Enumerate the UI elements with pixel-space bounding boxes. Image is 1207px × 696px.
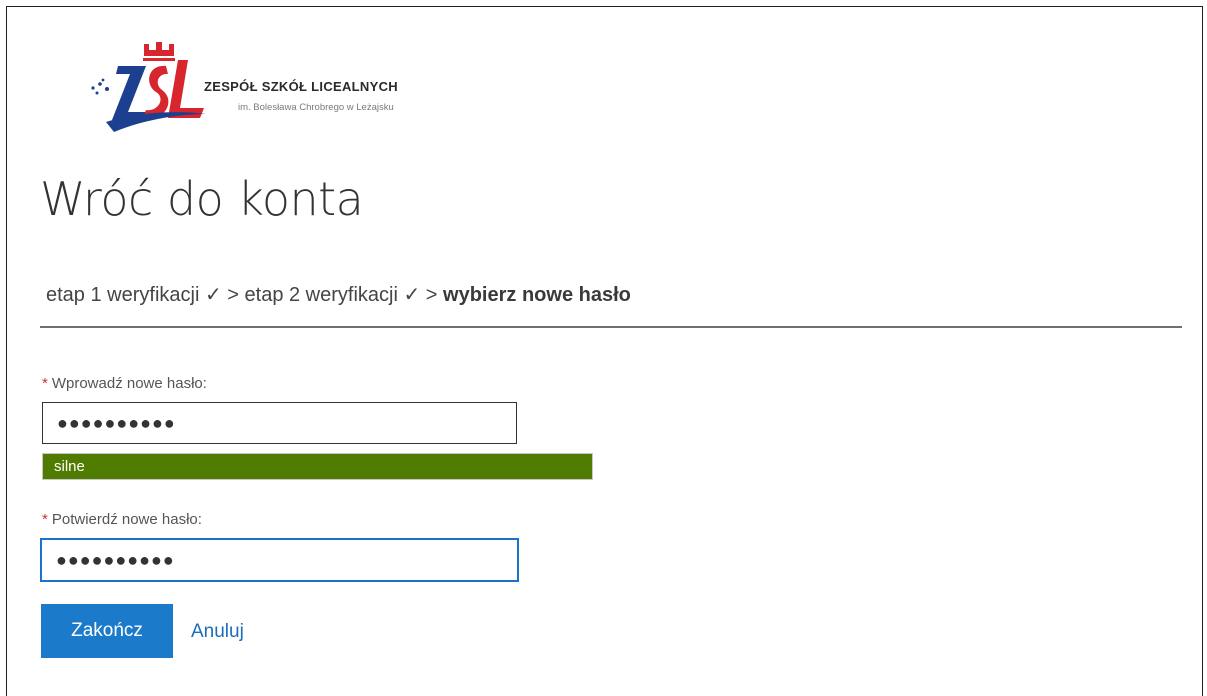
step-2: etap 2 weryfikacji ✓ <box>244 284 421 306</box>
password-strength-label: silne <box>54 458 85 475</box>
step-separator: > <box>221 284 245 306</box>
new-password-input[interactable]: ●●●●●●●●●● <box>42 402 517 444</box>
steps-divider <box>40 326 1182 328</box>
step-separator: > <box>420 284 444 306</box>
logo-school-name: ZESPÓŁ SZKÓŁ LICEALNYCH <box>204 79 398 94</box>
logo-school-subtitle: im. Bolesława Chrobrego w Leżajsku <box>238 102 394 113</box>
password-strength-meter: silne <box>42 453 593 480</box>
page-title: Wróć do konta <box>40 172 364 226</box>
verification-steps: etap 1 weryfikacji ✓ > etap 2 weryfikacj… <box>46 282 631 307</box>
new-password-label-text: Wprowadź nowe hasło: <box>51 375 207 392</box>
confirm-password-label-text: Potwierdź nowe hasło: <box>51 511 202 528</box>
confirm-password-value: ●●●●●●●●●● <box>56 549 175 570</box>
cancel-link[interactable]: Anuluj <box>191 621 244 643</box>
required-marker: * <box>42 511 48 528</box>
finish-button-label: Zakończ <box>71 620 143 641</box>
confirm-password-label: * Potwierdź nowe hasło: <box>42 511 202 528</box>
required-marker: * <box>42 375 48 392</box>
new-password-value: ●●●●●●●●●● <box>57 412 176 433</box>
step-current: wybierz nowe hasło <box>443 284 631 306</box>
step-1: etap 1 weryfikacji ✓ <box>46 284 222 306</box>
finish-button[interactable]: Zakończ <box>41 604 173 658</box>
confirm-password-input[interactable]: ●●●●●●●●●● <box>40 538 519 582</box>
new-password-label: * Wprowadź nowe hasło: <box>42 375 207 392</box>
